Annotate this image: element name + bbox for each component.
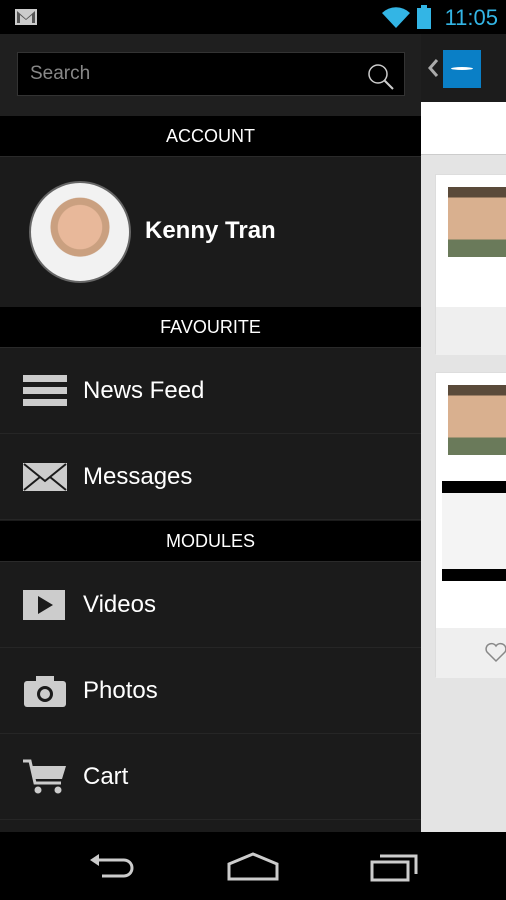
tab-bar[interactable] xyxy=(421,102,506,155)
avatar xyxy=(448,385,506,455)
home-icon[interactable] xyxy=(226,852,280,882)
search-area: Search xyxy=(0,34,421,116)
drawer-item-label: Cart xyxy=(83,763,129,790)
feed-card[interactable] xyxy=(435,372,506,678)
status-bar: 11:05 xyxy=(0,0,506,34)
camera-icon xyxy=(24,676,66,707)
play-icon xyxy=(23,590,65,620)
back-icon[interactable] xyxy=(88,854,136,880)
cart-icon xyxy=(23,759,66,794)
wifi-icon xyxy=(382,7,410,28)
menu-icon xyxy=(23,375,67,406)
profile-row[interactable]: Kenny Tran xyxy=(0,157,421,307)
drawer-item-videos[interactable]: Videos xyxy=(0,562,421,648)
drawer-item-label: News Feed xyxy=(83,377,205,404)
main-content xyxy=(421,34,506,832)
section-header-modules: MODULES xyxy=(0,521,421,562)
action-bar xyxy=(421,34,506,102)
search-icon[interactable] xyxy=(367,63,395,91)
profile-name: Kenny Tran xyxy=(145,217,276,244)
drawer-item-cart[interactable]: Cart xyxy=(0,734,421,820)
envelope-icon xyxy=(23,463,67,491)
feed-card[interactable] xyxy=(435,174,506,355)
drawer-item-news-feed[interactable]: News Feed xyxy=(0,348,421,434)
battery-icon xyxy=(417,5,431,29)
section-header-account: ACCOUNT xyxy=(0,116,421,157)
avatar xyxy=(448,187,506,257)
drawer-item-messages[interactable]: Messages xyxy=(0,434,421,520)
avatar xyxy=(29,181,131,283)
drawer-item-photos[interactable]: Photos xyxy=(0,648,421,734)
drawer-item-label: Photos xyxy=(83,677,158,704)
navigation-bar xyxy=(0,832,506,900)
navigation-drawer: Search ACCOUNT Kenny Tran FAVOURITE News… xyxy=(0,34,421,832)
chevron-left-icon[interactable] xyxy=(427,58,439,78)
app-logo[interactable] xyxy=(443,50,481,88)
post-image xyxy=(442,481,506,581)
heart-icon[interactable] xyxy=(484,641,506,663)
section-header-favourite: FAVOURITE xyxy=(0,307,421,348)
clock: 11:05 xyxy=(444,5,498,30)
search-input[interactable]: Search xyxy=(17,52,405,96)
drawer-item-label: Messages xyxy=(83,463,193,490)
drawer-item-label: Videos xyxy=(83,591,156,618)
gmail-icon xyxy=(15,9,37,25)
recents-icon[interactable] xyxy=(370,852,420,882)
